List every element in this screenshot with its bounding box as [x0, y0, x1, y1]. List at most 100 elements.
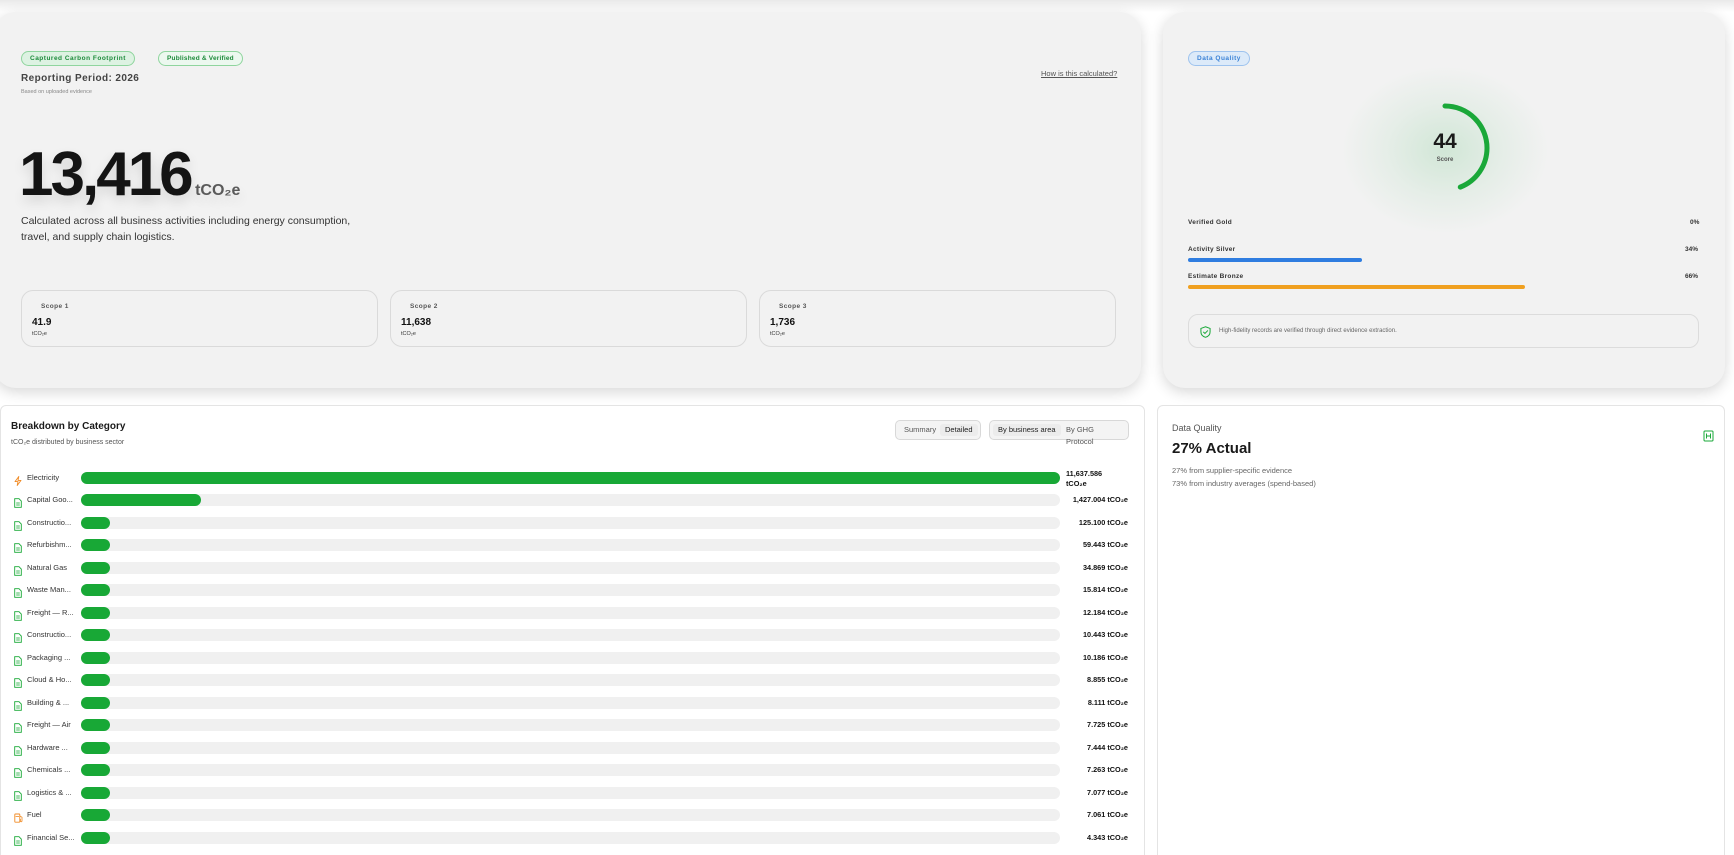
category-value: 1,427.004 tCO₂e: [1072, 495, 1128, 504]
category-value: 125.100 tCO₂e: [1078, 517, 1128, 527]
verification-note: High-fidelity records are verified throu…: [1188, 314, 1699, 348]
category-bar-track: [81, 674, 1060, 686]
by-ghg-protocol-button[interactable]: By GHG Protocol: [1061, 424, 1128, 446]
category-bar-track: [81, 719, 1060, 731]
scope-label: Scope 2: [410, 303, 438, 310]
category-label: Constructio...: [27, 517, 72, 527]
category-bar[interactable]: [81, 764, 110, 776]
building-icon[interactable]: [1703, 430, 1714, 442]
category-value: 7.061 tCO₂e: [1087, 810, 1128, 819]
scope-unit: tCO₂e: [32, 331, 47, 337]
document-icon: [14, 585, 22, 598]
category-label: Financial Se...: [27, 832, 75, 842]
document-icon: [14, 630, 22, 643]
fuel-icon: [14, 810, 23, 823]
document-icon: [14, 788, 22, 801]
category-value: 15.814 tCO₂e: [1082, 585, 1128, 594]
category-bar[interactable]: [81, 494, 201, 506]
category-bar-track: [81, 516, 1060, 529]
category-bar-track: [81, 584, 1060, 596]
category-bar-track: [81, 764, 1060, 776]
total-description: Calculated across all business activitie…: [21, 215, 351, 243]
category-bar[interactable]: [81, 674, 110, 686]
category-bar[interactable]: [81, 651, 110, 664]
scope-unit: tCO₂e: [401, 331, 416, 337]
category-label: Freight — Air: [27, 720, 71, 729]
category-label: Natural Gas: [27, 562, 68, 572]
category-bar[interactable]: [81, 472, 1060, 484]
category-bar[interactable]: [81, 584, 110, 596]
category-value: 8.111 tCO₂e: [1087, 697, 1128, 707]
category-bar[interactable]: [81, 606, 110, 619]
tier-bronze-bar: [1188, 285, 1525, 289]
category-bar[interactable]: [81, 539, 110, 551]
scope-1-card: Scope 1 41.9 tCO₂e: [21, 290, 378, 347]
category-bar-track: [81, 472, 1060, 484]
data-quality-badge: Data Quality: [1188, 51, 1250, 66]
category-label: Freight — R...: [27, 607, 74, 617]
document-icon: [14, 698, 22, 711]
category-value: 11,637.586 tCO₂e: [1066, 469, 1103, 488]
category-value: 7.077 tCO₂e: [1087, 787, 1128, 797]
category-bar-track: [81, 696, 1060, 709]
category-label: Electricity: [27, 473, 60, 482]
category-value: 10.443 tCO₂e: [1082, 630, 1128, 639]
category-bar-track: [81, 651, 1060, 664]
category-bar[interactable]: [81, 741, 110, 754]
verification-note-text: High-fidelity records are verified throu…: [1219, 328, 1397, 334]
summary-view-button[interactable]: Summary: [899, 424, 941, 436]
score-value: 44: [1433, 130, 1457, 153]
document-icon: [14, 833, 22, 846]
document-icon: [14, 518, 22, 531]
category-value: 7.725 tCO₂e: [1087, 720, 1128, 729]
category-bar[interactable]: [81, 786, 110, 799]
bolt-icon: [14, 473, 22, 486]
category-bar-track: [81, 606, 1060, 619]
total-emissions-unit: tCO₂e: [195, 182, 241, 199]
category-label: Building & ...: [27, 697, 70, 707]
evidence-basis-note: Based on uploaded evidence: [21, 89, 92, 95]
category-value: 7.444 tCO₂e: [1087, 742, 1128, 752]
category-bar[interactable]: [81, 629, 110, 641]
total-emissions: 13,416 tCO₂e: [19, 144, 240, 206]
category-bar[interactable]: [81, 809, 110, 821]
category-bar[interactable]: [81, 719, 110, 731]
scope-2-card: Scope 2 11,638 tCO₂e: [390, 290, 747, 347]
document-icon: [14, 653, 22, 666]
document-icon: [14, 495, 22, 508]
category-value: 12.184 tCO₂e: [1082, 607, 1128, 617]
how-calculated-link[interactable]: How is this calculated?: [1041, 69, 1117, 78]
scope-value: 41.9: [32, 317, 52, 328]
category-value: 10.186 tCO₂e: [1082, 652, 1128, 662]
scope-value: 1,736: [770, 317, 796, 328]
detailed-view-button[interactable]: Detailed: [940, 424, 978, 436]
category-bar[interactable]: [81, 831, 110, 844]
category-value: 34.869 tCO₂e: [1082, 562, 1128, 572]
category-value: 59.443 tCO₂e: [1082, 540, 1128, 549]
tier-silver-label: Activity Silver: [1188, 246, 1236, 253]
scope-value: 11,638: [401, 317, 432, 328]
document-icon: [14, 743, 22, 756]
tier-bronze-pct: 66%: [1685, 273, 1699, 280]
shield-check-icon: [1200, 326, 1211, 338]
scope-unit: tCO₂e: [770, 331, 785, 337]
category-bar-track: [81, 741, 1060, 754]
category-label: Hardware ...: [27, 742, 68, 752]
tier-silver-bar: [1188, 258, 1362, 262]
by-business-area-button[interactable]: By business area: [993, 424, 1061, 436]
category-label: Constructio...: [27, 630, 72, 639]
scope-label: Scope 3: [779, 303, 807, 310]
document-icon: [14, 765, 22, 778]
category-bar[interactable]: [81, 516, 110, 529]
reporting-period: Reporting Period: 2026: [21, 73, 140, 84]
category-bar[interactable]: [81, 561, 110, 574]
industry-average-line: 73% from industry averages (spend-based): [1172, 479, 1316, 488]
category-label: Logistics & ...: [27, 787, 72, 797]
category-label: Chemicals ...: [27, 765, 71, 774]
category-label: Capital Goo...: [27, 495, 73, 504]
scope-3-card: Scope 3 1,736 tCO₂e: [759, 290, 1116, 347]
document-icon: [14, 675, 22, 688]
footprint-badge: Captured Carbon Footprint: [21, 51, 135, 66]
tier-gold-pct: 0%: [1690, 219, 1700, 226]
category-bar[interactable]: [81, 696, 110, 709]
